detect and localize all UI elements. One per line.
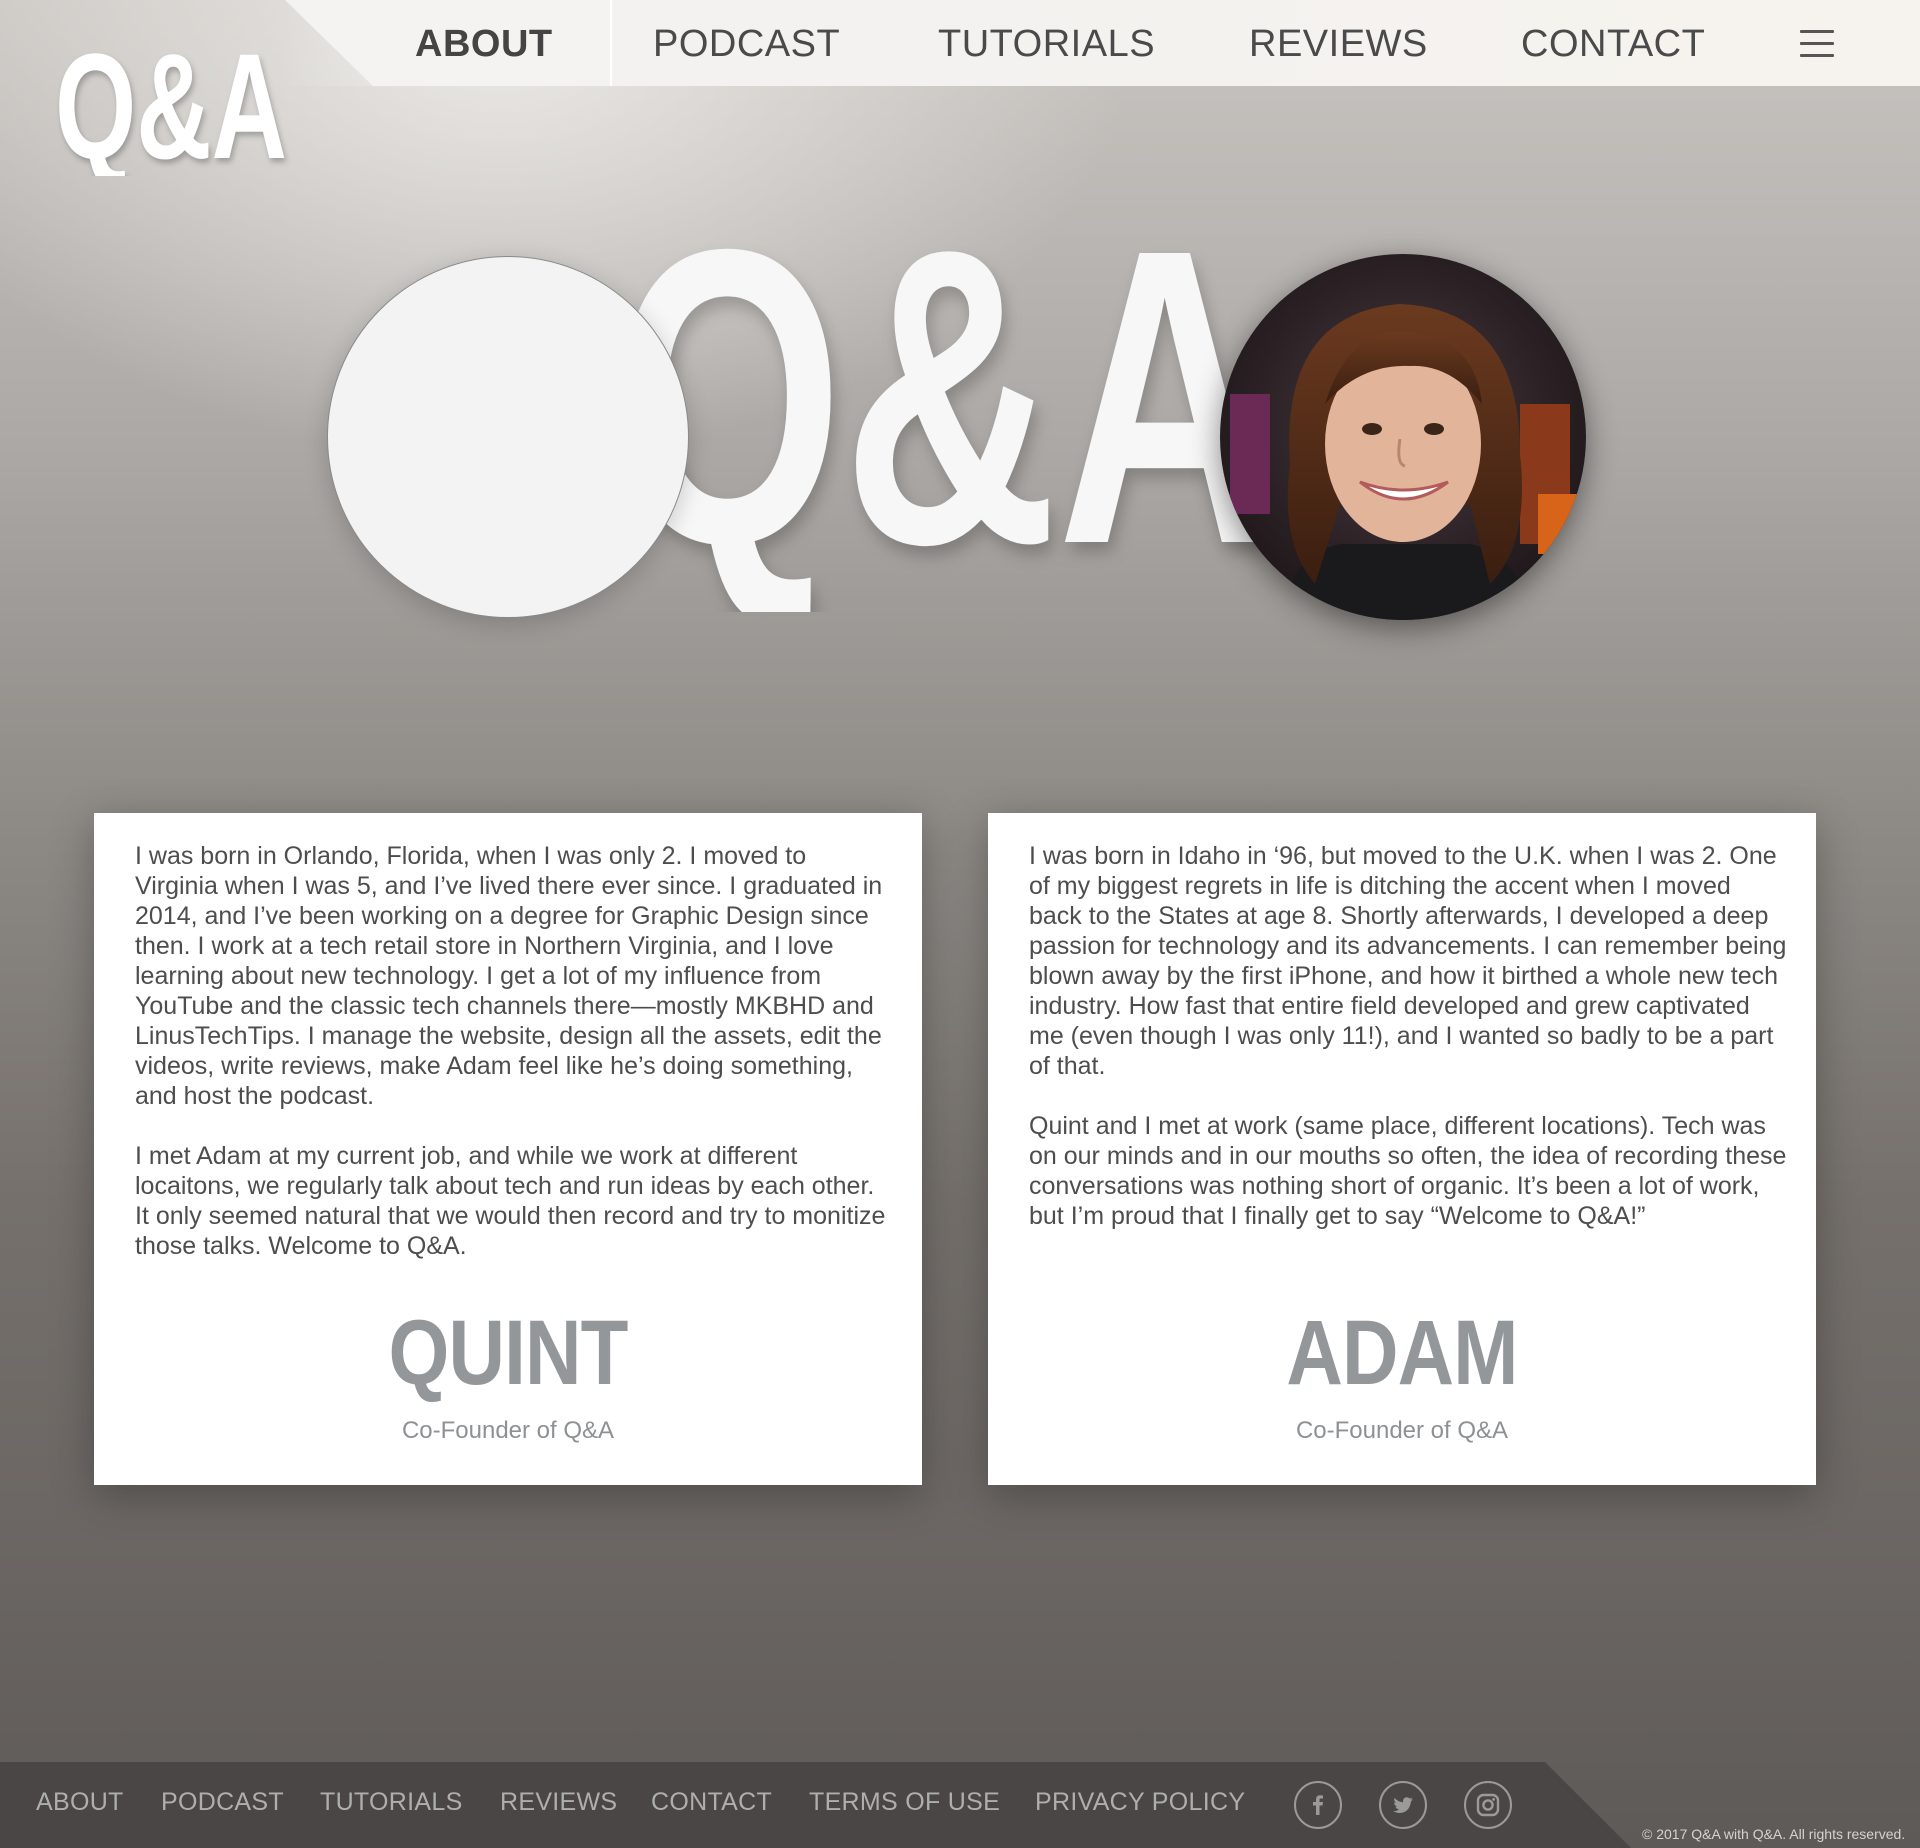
adam-avatar <box>1220 254 1586 620</box>
quint-name: QUINT <box>388 1302 628 1404</box>
instagram-icon[interactable] <box>1464 1781 1512 1829</box>
adam-bio-card: I was born in Idaho in ‘96, but moved to… <box>988 813 1816 1485</box>
hamburger-menu-icon[interactable] <box>1800 30 1834 58</box>
facebook-icon[interactable] <box>1294 1781 1342 1829</box>
footer-link-privacy-policy[interactable]: PRIVACY POLICY <box>1035 1788 1245 1817</box>
adam-bio: I was born in Idaho in ‘96, but moved to… <box>1029 841 1789 1261</box>
nav-divider <box>610 0 612 86</box>
nav-item-reviews[interactable]: REVIEWS <box>1249 22 1428 66</box>
quint-role: Co-Founder of Q&A <box>401 1417 615 1444</box>
footer-link-terms-of-use[interactable]: TERMS OF USE <box>809 1788 1000 1817</box>
quint-bio-paragraph: I was born in Orlando, Florida, when I w… <box>135 842 883 1110</box>
adam-role: Co-Founder of Q&A <box>1295 1417 1509 1444</box>
hero-logo-text: Q&A <box>612 192 1272 612</box>
footer-link-about[interactable]: ABOUT <box>36 1788 124 1817</box>
nav-item-about[interactable]: ABOUT <box>415 22 553 66</box>
footer-link-tutorials[interactable]: TUTORIALS <box>320 1788 463 1817</box>
footer-link-podcast[interactable]: PODCAST <box>161 1788 284 1817</box>
adam-name: ADAM <box>1286 1302 1518 1404</box>
nav-item-contact[interactable]: CONTACT <box>1521 22 1705 66</box>
adam-bio-paragraph: I was born in Idaho in ‘96, but moved to… <box>1029 842 1787 1080</box>
quint-bio-paragraph: I met Adam at my current job, and while … <box>135 1142 886 1260</box>
twitter-icon[interactable] <box>1379 1781 1427 1829</box>
hero-logo: Q&A <box>612 163 1292 632</box>
footer-link-reviews[interactable]: REVIEWS <box>500 1788 617 1817</box>
nav-item-podcast[interactable]: PODCAST <box>653 22 840 66</box>
site-logo[interactable]: Q&A <box>55 22 295 190</box>
adam-bio-paragraph: Quint and I met at work (same place, dif… <box>1029 1112 1787 1230</box>
quint-bio: I was born in Orlando, Florida, when I w… <box>135 841 895 1291</box>
footer-link-contact[interactable]: CONTACT <box>651 1788 772 1817</box>
copyright-text: © 2017 Q&A with Q&A. All rights reserved… <box>1642 1826 1906 1842</box>
logo-text: Q&A <box>55 36 287 176</box>
quint-bio-card: I was born in Orlando, Florida, when I w… <box>94 813 922 1485</box>
nav-item-tutorials[interactable]: TUTORIALS <box>938 22 1155 66</box>
quint-avatar-placeholder <box>327 256 689 618</box>
